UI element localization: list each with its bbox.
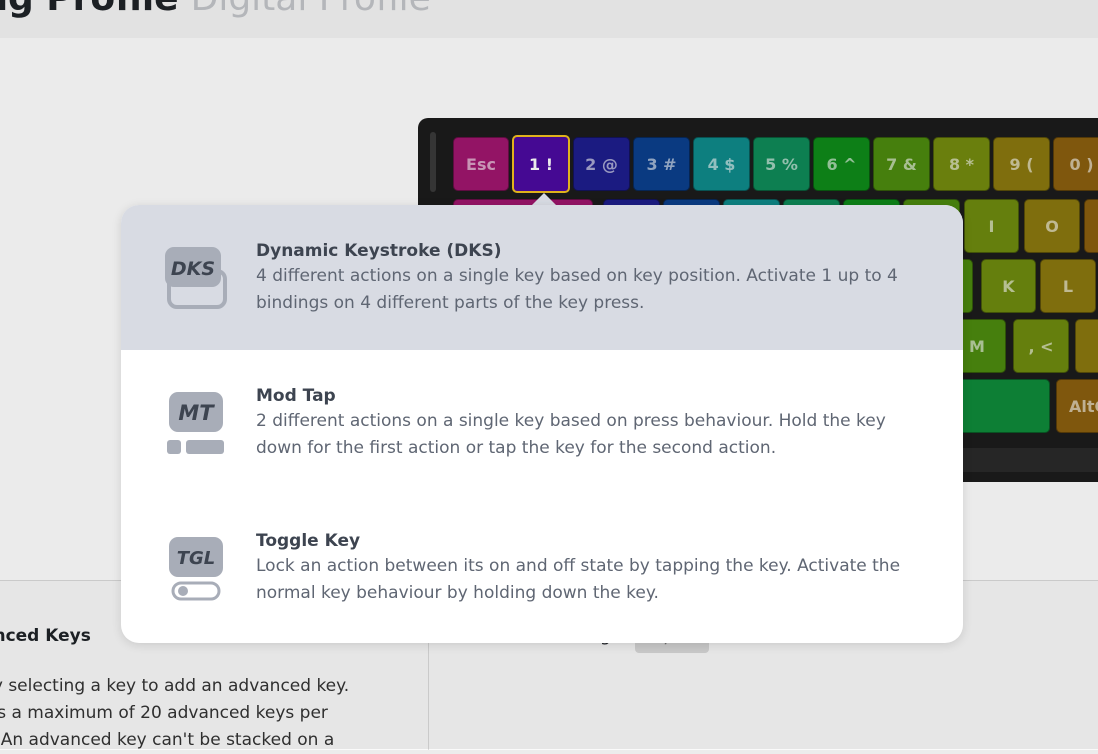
advanced-key-type-menu: DKS Dynamic Keystroke (DKS) 4 different … bbox=[121, 205, 963, 643]
menu-option-toggle-key[interactable]: TGL Toggle Key Lock an action between it… bbox=[121, 495, 963, 640]
option-title: Mod Tap bbox=[256, 386, 336, 406]
toggle-key-icon: TGL bbox=[169, 537, 223, 601]
dks-icon: DKS bbox=[165, 247, 227, 309]
mod-tap-icon-text: MT bbox=[178, 401, 215, 425]
option-description: 4 different actions on a single key base… bbox=[256, 266, 898, 313]
option-title: Toggle Key bbox=[256, 531, 361, 551]
menu-option-dks[interactable]: DKS Dynamic Keystroke (DKS) 4 different … bbox=[121, 205, 963, 350]
option-title: Dynamic Keystroke (DKS) bbox=[256, 241, 502, 261]
dks-icon-text: DKS bbox=[171, 258, 215, 280]
menu-option-mod-tap[interactable]: MT Mod Tap 2 different actions on a sing… bbox=[121, 350, 963, 495]
option-description: 2 different actions on a single key base… bbox=[256, 411, 886, 458]
toggle-key-icon-text: TGL bbox=[177, 548, 216, 569]
mod-tap-icon: MT bbox=[167, 392, 224, 454]
option-description: Lock an action between its on and off st… bbox=[256, 556, 901, 603]
